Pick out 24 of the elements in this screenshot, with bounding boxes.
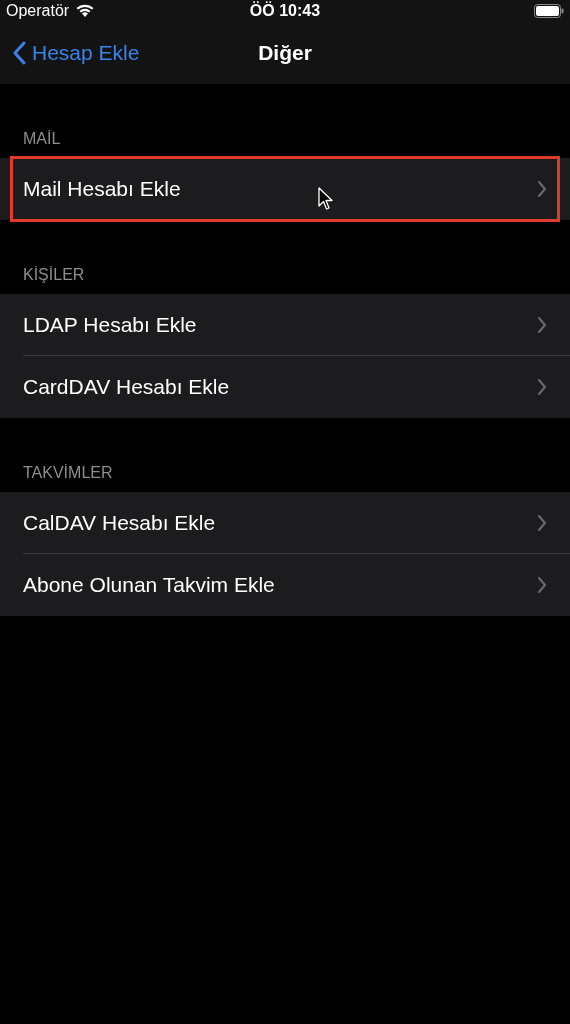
row-label: CalDAV Hesabı Ekle xyxy=(23,511,217,535)
row-label: Abone Olunan Takvim Ekle xyxy=(23,573,276,597)
section-header: KİŞİLER xyxy=(22,266,86,285)
carrier-label: Operatör xyxy=(6,2,70,20)
chevron-right-icon xyxy=(537,514,547,532)
list-row[interactable]: Abone Olunan Takvim Ekle xyxy=(0,554,570,616)
row-label: LDAP Hesabı Ekle xyxy=(23,313,198,337)
chevron-right-icon xyxy=(537,180,547,198)
nav-title: Diğer xyxy=(258,41,312,65)
section-header: MAİL xyxy=(22,130,62,149)
list-row[interactable]: LDAP Hesabı Ekle xyxy=(0,294,570,356)
row-label: CardDAV Hesabı Ekle xyxy=(23,375,231,399)
back-button[interactable]: Hesap Ekle xyxy=(0,41,140,65)
row-label: Mail Hesabı Ekle xyxy=(23,177,182,201)
chevron-right-icon xyxy=(537,378,547,396)
list-row[interactable]: CardDAV Hesabı Ekle xyxy=(0,356,570,418)
section-header: TAKVİMLER xyxy=(22,464,114,483)
wifi-icon xyxy=(75,4,96,18)
list-row[interactable]: CalDAV Hesabı Ekle xyxy=(0,492,570,554)
time-label: ÖÖ 10:43 xyxy=(249,2,321,20)
chevron-right-icon xyxy=(537,576,547,594)
battery-icon xyxy=(534,4,564,18)
chevron-right-icon xyxy=(537,316,547,334)
chevron-left-icon xyxy=(12,41,26,65)
